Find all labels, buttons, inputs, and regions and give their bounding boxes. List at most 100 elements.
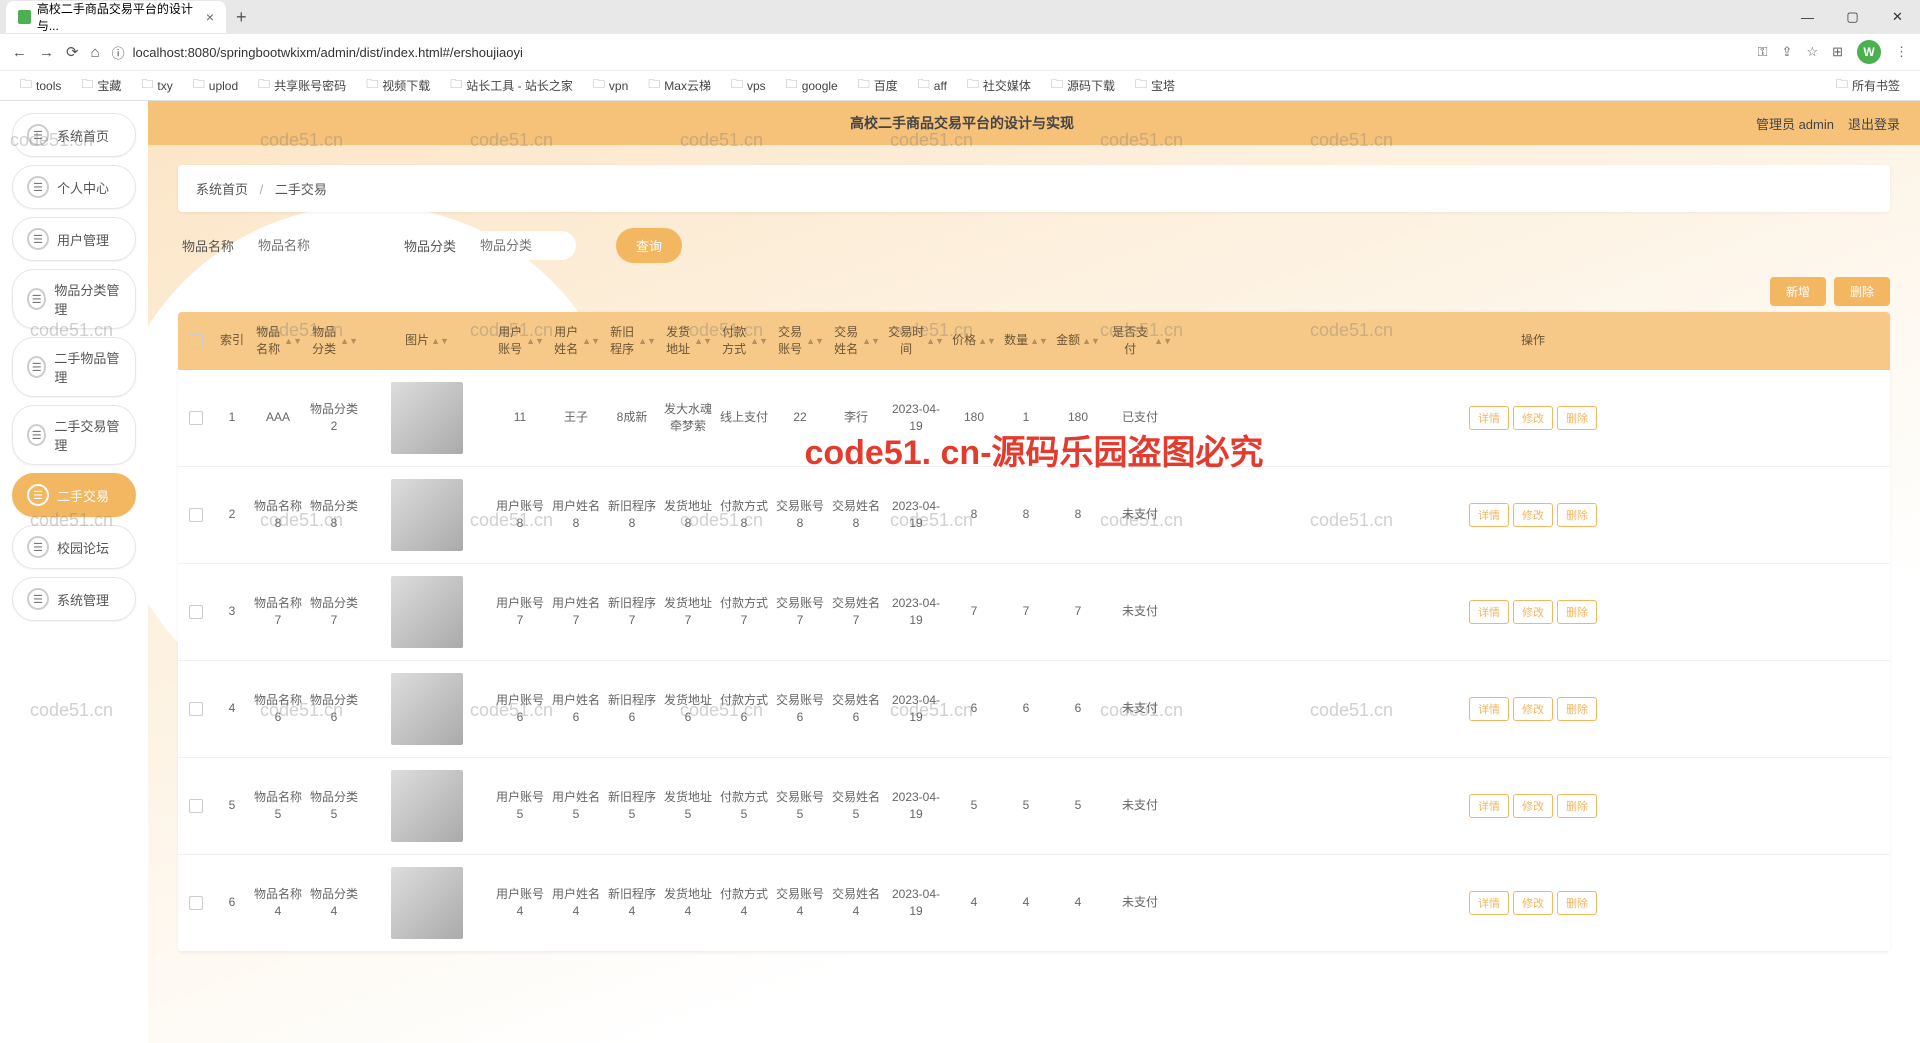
forward-icon[interactable]: → — [39, 44, 54, 61]
detail-button[interactable]: 详情 — [1469, 406, 1509, 430]
sidebar-item-5[interactable]: ☰二手交易管理 — [12, 405, 136, 465]
profile-avatar[interactable]: W — [1857, 40, 1881, 64]
sort-icon[interactable]: ▲▼ — [926, 338, 944, 344]
sidebar-item-0[interactable]: ☰系统首页 — [12, 113, 136, 157]
close-window-icon[interactable]: ✕ — [1875, 0, 1920, 34]
sidebar-item-4[interactable]: ☰二手物品管理 — [12, 337, 136, 397]
bookmark-item[interactable]: 🗀vpn — [585, 72, 636, 99]
delete-row-button[interactable]: 删除 — [1557, 794, 1597, 818]
edit-button[interactable]: 修改 — [1513, 600, 1553, 624]
bookmark-item[interactable]: 🗀uplod — [185, 72, 246, 99]
row-checkbox[interactable] — [189, 508, 203, 522]
detail-button[interactable]: 详情 — [1469, 697, 1509, 721]
browser-tab[interactable]: 高校二手商品交易平台的设计与... × — [6, 1, 226, 33]
row-checkbox[interactable] — [189, 799, 203, 813]
menu-icon[interactable]: ⋮ — [1895, 44, 1908, 60]
new-tab-button[interactable]: + — [226, 7, 257, 28]
sidebar-item-2[interactable]: ☰用户管理 — [12, 217, 136, 261]
extensions-icon[interactable]: ⊞ — [1832, 44, 1843, 60]
sort-icon[interactable]: ▲▼ — [431, 338, 449, 344]
reload-icon[interactable]: ⟳ — [66, 43, 79, 61]
bookmark-item[interactable]: 🗀宝藏 — [73, 72, 129, 99]
tab-close-icon[interactable]: × — [206, 9, 214, 25]
admin-label[interactable]: 管理员 admin — [1756, 114, 1834, 133]
sort-icon[interactable]: ▲▼ — [638, 338, 656, 344]
delete-row-button[interactable]: 删除 — [1557, 697, 1597, 721]
select-all-checkbox[interactable] — [189, 334, 203, 348]
breadcrumb-home[interactable]: 系统首页 — [196, 182, 248, 197]
delete-button[interactable]: 删除 — [1834, 277, 1890, 306]
sort-icon[interactable]: ▲▼ — [340, 338, 358, 344]
bookmark-item[interactable]: 🗀视频下载 — [358, 72, 438, 99]
sort-icon[interactable]: ▲▼ — [806, 338, 824, 344]
row-checkbox[interactable] — [189, 605, 203, 619]
sidebar-item-3[interactable]: ☰物品分类管理 — [12, 269, 136, 329]
delete-row-button[interactable]: 删除 — [1557, 891, 1597, 915]
bookmark-item[interactable]: 🗀百度 — [850, 72, 906, 99]
delete-row-button[interactable]: 删除 — [1557, 600, 1597, 624]
detail-button[interactable]: 详情 — [1469, 794, 1509, 818]
sort-icon[interactable]: ▲▼ — [978, 338, 996, 344]
thumbnail-image[interactable] — [391, 673, 463, 745]
row-checkbox[interactable] — [189, 896, 203, 910]
bookmark-item[interactable]: 🗀aff — [910, 72, 955, 99]
logout-button[interactable]: 退出登录 — [1848, 114, 1900, 133]
key-icon[interactable]: ⚿ — [1758, 44, 1768, 60]
sort-icon[interactable]: ▲▼ — [284, 338, 302, 344]
bookmark-item[interactable]: 🗀txy — [133, 72, 180, 99]
sort-icon[interactable]: ▲▼ — [582, 338, 600, 344]
edit-button[interactable]: 修改 — [1513, 891, 1553, 915]
row-checkbox[interactable] — [189, 702, 203, 716]
thumbnail-image[interactable] — [391, 867, 463, 939]
bookmark-label: 共享账号密码 — [274, 77, 346, 94]
all-bookmarks[interactable]: 🗀所有书签 — [1828, 72, 1908, 99]
thumbnail-image[interactable] — [391, 576, 463, 648]
sort-icon[interactable]: ▲▼ — [1082, 338, 1100, 344]
thumbnail-image[interactable] — [391, 479, 463, 551]
delete-row-button[interactable]: 删除 — [1557, 503, 1597, 527]
bookmark-item[interactable]: 🗀社交媒体 — [959, 72, 1039, 99]
delete-row-button[interactable]: 删除 — [1557, 406, 1597, 430]
filter-name-input[interactable] — [244, 231, 354, 260]
back-icon[interactable]: ← — [12, 44, 27, 61]
sort-icon[interactable]: ▲▼ — [1154, 338, 1172, 344]
sidebar-item-1[interactable]: ☰个人中心 — [12, 165, 136, 209]
search-button[interactable]: 查询 — [616, 228, 682, 263]
address-url[interactable]: ⓘ localhost:8080/springbootwkixm/admin/d… — [112, 43, 1746, 62]
bookmark-item[interactable]: 🗀google — [778, 72, 846, 99]
sort-icon[interactable]: ▲▼ — [862, 338, 880, 344]
filter-cat-input[interactable] — [466, 231, 576, 260]
sort-icon[interactable]: ▲▼ — [750, 338, 768, 344]
thumbnail-image[interactable] — [391, 770, 463, 842]
sidebar-item-7[interactable]: ☰校园论坛 — [12, 525, 136, 569]
home-icon[interactable]: ⌂ — [91, 44, 100, 61]
bookmark-item[interactable]: 🗀vps — [723, 72, 774, 99]
edit-button[interactable]: 修改 — [1513, 794, 1553, 818]
star-icon[interactable]: ☆ — [1806, 44, 1818, 60]
bookmark-item[interactable]: 🗀tools — [12, 72, 69, 99]
detail-button[interactable]: 详情 — [1469, 600, 1509, 624]
bookmark-item[interactable]: 🗀站长工具 - 站长之家 — [442, 72, 581, 99]
sidebar-item-6[interactable]: ☰二手交易 — [12, 473, 136, 517]
bookmark-item[interactable]: 🗀Max云梯 — [640, 72, 719, 99]
edit-button[interactable]: 修改 — [1513, 406, 1553, 430]
bookmark-item[interactable]: 🗀共享账号密码 — [250, 72, 354, 99]
bookmark-item[interactable]: 🗀宝塔 — [1127, 72, 1183, 99]
sort-icon[interactable]: ▲▼ — [1030, 338, 1048, 344]
edit-button[interactable]: 修改 — [1513, 697, 1553, 721]
share-icon[interactable]: ⇪ — [1782, 44, 1793, 60]
cell-trade-name: 交易姓名6 — [828, 661, 884, 757]
sidebar-item-8[interactable]: ☰系统管理 — [12, 577, 136, 621]
add-button[interactable]: 新增 — [1770, 277, 1826, 306]
sort-icon[interactable]: ▲▼ — [694, 338, 712, 344]
detail-button[interactable]: 详情 — [1469, 503, 1509, 527]
bookmark-item[interactable]: 🗀源码下载 — [1043, 72, 1123, 99]
site-info-icon[interactable]: ⓘ — [112, 43, 125, 62]
maximize-icon[interactable]: ▢ — [1830, 0, 1875, 34]
sort-icon[interactable]: ▲▼ — [526, 338, 544, 344]
edit-button[interactable]: 修改 — [1513, 503, 1553, 527]
row-checkbox[interactable] — [189, 411, 203, 425]
minimize-icon[interactable]: — — [1785, 0, 1830, 34]
detail-button[interactable]: 详情 — [1469, 891, 1509, 915]
thumbnail-image[interactable] — [391, 382, 463, 454]
